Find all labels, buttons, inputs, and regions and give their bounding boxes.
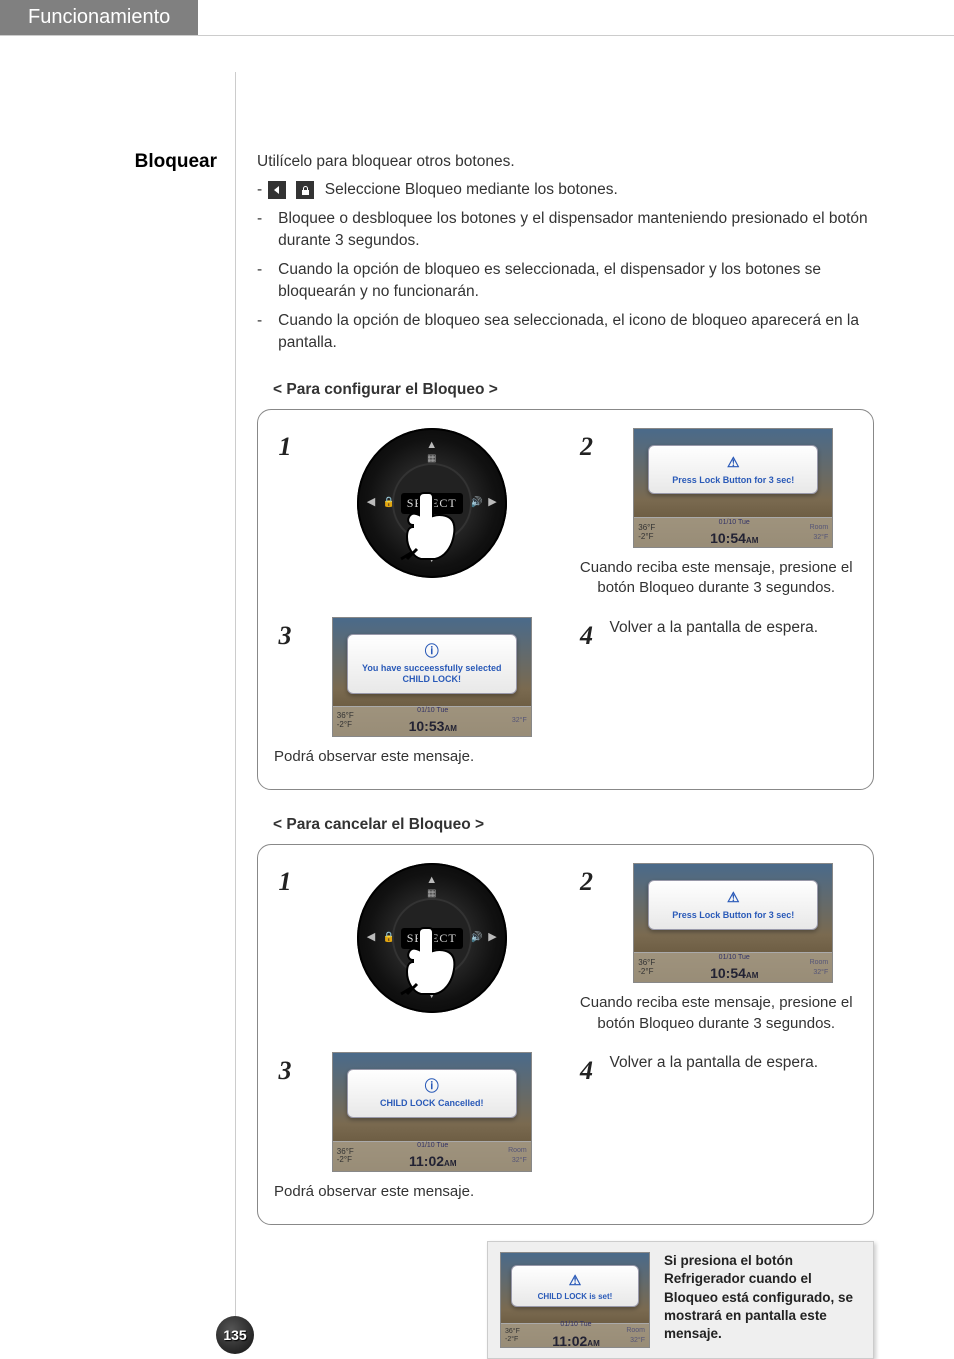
section2-step-4: 4 Volver a la pantalla de espera.	[576, 1052, 858, 1202]
speaker-icon: 🔊	[470, 496, 482, 511]
note-text: Si presiona el botón Refrigerador cuando…	[664, 1252, 861, 1343]
intro-item-2: - Bloquee o desbloquee los botones y el …	[257, 208, 874, 253]
left-arrow-icon	[268, 181, 288, 199]
intro-item-4-text: Cuando la opción de bloqueo sea seleccio…	[268, 310, 874, 355]
display-screen: Press Lock Button for 3 sec! 36°F-2°F 01…	[633, 428, 833, 548]
popup-message: Press Lock Button for 3 sec!	[648, 445, 818, 494]
step-number: 4	[576, 1052, 598, 1090]
intro-item-3: - Cuando la opción de bloqueo es selecci…	[257, 259, 874, 304]
intro-lead: Utilícelo para bloquear otros botones.	[257, 151, 874, 173]
display-screen: Press Lock Button for 3 sec! 36°F-2°F 01…	[633, 863, 833, 983]
vertical-divider	[235, 72, 236, 1342]
note-screen: CHILD LOCK is set! 36°F-2°F 01/10 Tue11:…	[500, 1252, 650, 1348]
section1-step-4: 4 Volver a la pantalla de espera.	[576, 617, 858, 767]
step-number: 1	[274, 863, 296, 901]
section1-panel: 1 ▲ ▼ ◀ ▶ ▦ 🔒 🔊 SELECT	[257, 409, 874, 790]
popup-message: ⓘ CHILD LOCK Cancelled!	[347, 1069, 517, 1118]
page-body: Bloquear Utilícelo para bloquear otros b…	[0, 36, 954, 1359]
popup-message: Press Lock Button for 3 sec!	[648, 880, 818, 929]
control-dial: ▲ ▼ ◀ ▶ ▦ 🔒 🔊 SELECT	[357, 863, 507, 1013]
section1-title: < Para configurar el Bloqueo >	[273, 379, 874, 401]
note-box: CHILD LOCK is set! 36°F-2°F 01/10 Tue11:…	[487, 1241, 874, 1359]
side-column: Bloquear	[0, 36, 235, 1359]
intro-item-1-text: Seleccione Bloqueo mediante los botones.	[325, 181, 618, 198]
warning-icon	[655, 887, 811, 907]
arrow-right-icon: ▶	[488, 495, 496, 511]
section2-title: < Para cancelar el Bloqueo >	[273, 814, 874, 836]
arrow-left-icon: ◀	[367, 495, 375, 511]
status-bar: 36°F-2°F 01/10 Tue10:54AM Room32°F	[634, 517, 832, 547]
page-number-badge: 135	[216, 1316, 254, 1354]
step-caption: Podrá observar este mensaje.	[274, 1182, 556, 1202]
step-caption: Volver a la pantalla de espera.	[610, 617, 858, 639]
step-caption: Volver a la pantalla de espera.	[610, 1052, 858, 1074]
info-icon: ⓘ	[354, 1076, 510, 1096]
step-caption: Cuando reciba este mensaje, presione el …	[576, 558, 858, 599]
display-screen: ⓘ You have succeessfully selected CHILD …	[332, 617, 532, 737]
popup-text: Press Lock Button for 3 sec!	[655, 910, 811, 921]
status-bar: 36°F-2°F 01/10 Tue10:54AM Room32°F	[634, 952, 832, 982]
step-number: 3	[274, 617, 296, 655]
info-icon: ⓘ	[354, 641, 510, 661]
step-number: 2	[576, 428, 598, 466]
section2-step-3: 3 ⓘ CHILD LOCK Cancelled! 36°F-2°F 01/10…	[274, 1052, 556, 1202]
header-bar: Funcionamiento	[0, 0, 954, 36]
section2-step-1: 1 ▲ ▼ ◀ ▶ ▦ 🔒 🔊 SELECT	[274, 863, 556, 1034]
section1-step-2: 2 Press Lock Button for 3 sec! 36°F-2°F …	[576, 428, 858, 599]
warning-icon	[516, 1270, 634, 1290]
status-bar: 36°F-2°F 01/10 Tue11:02AM Room32°F	[501, 1323, 649, 1347]
hand-pointer-icon	[397, 483, 467, 570]
header-tab: Funcionamiento	[0, 0, 198, 35]
step-number: 3	[274, 1052, 296, 1090]
step-caption: Podrá observar este mensaje.	[274, 747, 556, 767]
popup-message: ⓘ You have succeessfully selected CHILD …	[347, 634, 517, 694]
control-dial: ▲ ▼ ◀ ▶ ▦ 🔒 🔊 SELECT	[357, 428, 507, 578]
popup-text: You have succeessfully selected CHILD LO…	[354, 663, 510, 685]
step-caption: Cuando reciba este mensaje, presione el …	[576, 993, 858, 1034]
status-bar: 36°F-2°F 01/10 Tue10:53AM 32°F	[333, 706, 531, 736]
arrow-left-icon: ◀	[367, 930, 375, 946]
intro-item-2-text: Bloquee o desbloquee los botones y el di…	[268, 208, 874, 253]
popup-message: CHILD LOCK is set!	[511, 1265, 639, 1307]
step-number: 4	[576, 617, 598, 655]
popup-text: Press Lock Button for 3 sec!	[655, 475, 811, 486]
section2-step-2: 2 Press Lock Button for 3 sec! 36°F-2°F …	[576, 863, 858, 1034]
section2-panel: 1 ▲ ▼ ◀ ▶ ▦ 🔒 🔊 SELECT	[257, 844, 874, 1225]
hand-pointer-icon	[397, 918, 467, 1005]
intro-item-3-text: Cuando la opción de bloqueo es seleccion…	[268, 259, 874, 304]
intro-item-1: - Seleccione Bloqueo mediante los botone…	[257, 179, 874, 201]
side-heading: Bloquear	[0, 151, 217, 173]
content-column: Utilícelo para bloquear otros botones. -…	[235, 36, 954, 1359]
popup-text: CHILD LOCK is set!	[516, 1292, 634, 1302]
popup-text: CHILD LOCK Cancelled!	[354, 1098, 510, 1109]
section1-step-1: 1 ▲ ▼ ◀ ▶ ▦ 🔒 🔊 SELECT	[274, 428, 556, 599]
step-number: 1	[274, 428, 296, 466]
speaker-icon: 🔊	[470, 931, 482, 946]
intro-item-4: - Cuando la opción de bloqueo sea selecc…	[257, 310, 874, 355]
arrow-right-icon: ▶	[488, 930, 496, 946]
lock-icon	[296, 181, 316, 199]
step-number: 2	[576, 863, 598, 901]
section1-step-3: 3 ⓘ You have succeessfully selected CHIL…	[274, 617, 556, 767]
warning-icon	[655, 452, 811, 472]
intro-list: - Seleccione Bloqueo mediante los botone…	[257, 179, 874, 354]
status-bar: 36°F-2°F 01/10 Tue11:02AM Room32°F	[333, 1141, 531, 1171]
display-screen: ⓘ CHILD LOCK Cancelled! 36°F-2°F 01/10 T…	[332, 1052, 532, 1172]
